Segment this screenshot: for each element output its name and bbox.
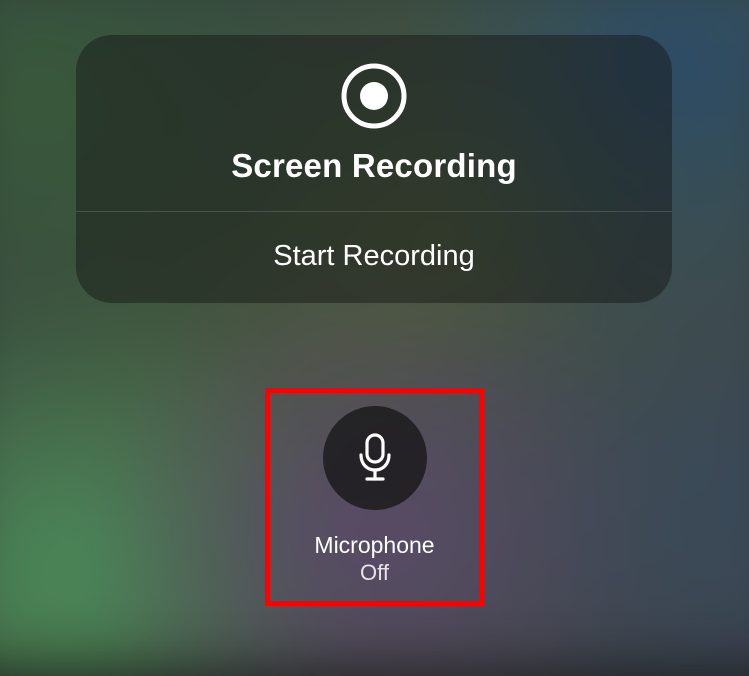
record-icon	[341, 63, 407, 129]
start-recording-button[interactable]: Start Recording	[76, 212, 672, 303]
panel-header: Screen Recording	[76, 35, 672, 211]
start-recording-label: Start Recording	[273, 240, 475, 273]
screen-recording-title: Screen Recording	[231, 147, 517, 185]
microphone-status: Off	[360, 560, 389, 586]
microphone-icon	[354, 433, 396, 483]
microphone-section: Microphone Off	[265, 388, 484, 606]
microphone-toggle-button[interactable]	[323, 406, 427, 510]
microphone-label: Microphone	[314, 532, 434, 560]
screen-recording-panel: Screen Recording Start Recording	[76, 35, 672, 303]
